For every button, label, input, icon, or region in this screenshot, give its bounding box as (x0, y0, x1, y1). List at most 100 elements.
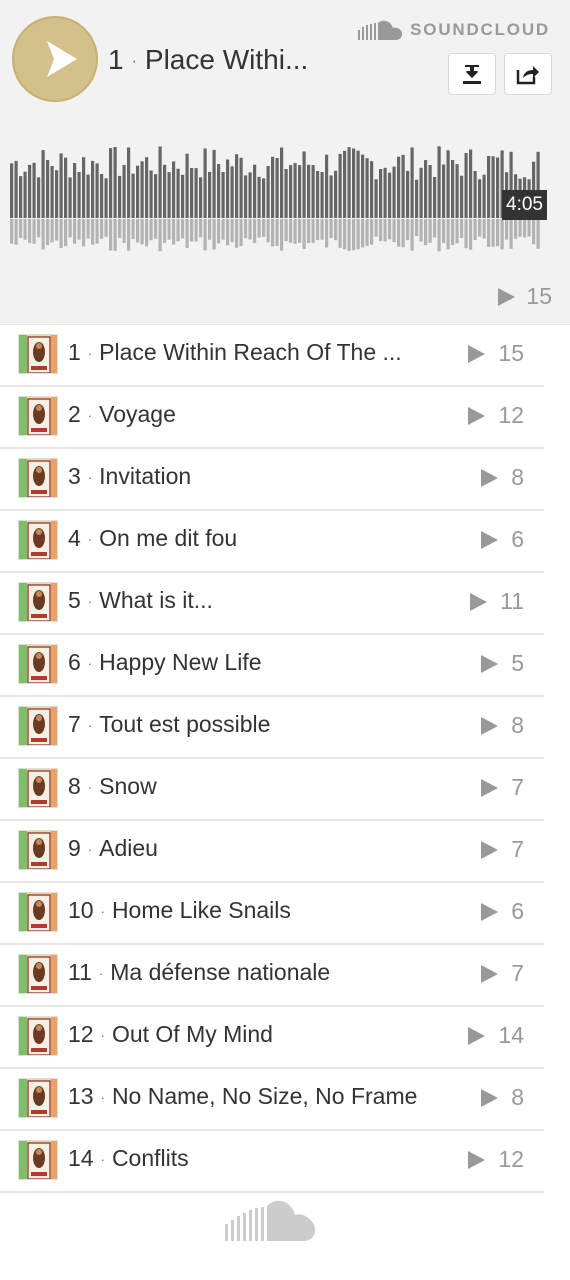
track-play-count: 6 (479, 898, 524, 925)
track-play-count: 15 (466, 340, 524, 367)
waveform-reflection-bar (316, 219, 320, 241)
track-name: No Name, No Size, No Frame (111, 1083, 418, 1109)
waveform-reflection-bar (154, 219, 158, 239)
track-number: 3 (68, 463, 81, 489)
waveform-reflection-bar (226, 219, 230, 246)
waveform-reflection-bar (217, 219, 221, 244)
track-number: 13 (68, 1083, 94, 1109)
track-artwork (18, 458, 58, 498)
waveform-bar (28, 164, 32, 218)
track-artwork (18, 706, 58, 746)
track-name: Invitation (99, 463, 192, 489)
waveform-reflection-bar (136, 219, 140, 243)
waveform-reflection-bar (334, 219, 338, 241)
waveform-reflection-bar (442, 219, 446, 244)
track-row[interactable]: 12 · Out Of My Mind 14 (0, 1007, 544, 1069)
waveform-bar (379, 169, 383, 218)
track-row[interactable]: 8 · Snow 7 (0, 759, 544, 821)
play-button[interactable] (12, 16, 98, 102)
waveform-bar (388, 172, 392, 218)
track-number: 12 (68, 1021, 94, 1047)
waveform-reflection-bar (158, 219, 162, 252)
track-number: 4 (68, 525, 81, 551)
soundcloud-footer-logo[interactable] (224, 1200, 316, 1247)
track-play-count-value: 6 (511, 526, 524, 552)
track-play-count: 7 (479, 836, 524, 863)
separator-dot: · (87, 532, 93, 548)
track-row[interactable]: 11 · Ma défense nationale 7 (0, 945, 544, 1007)
track-row[interactable]: 14 · Conflits 12 (0, 1131, 544, 1193)
waveform-reflection-bar (356, 219, 360, 250)
waveform-reflection-bar (397, 219, 401, 247)
track-number: 2 (68, 401, 81, 427)
waveform-bar (127, 147, 131, 218)
waveform-bar (329, 175, 333, 218)
album-art-image (19, 955, 57, 993)
waveform-reflection-bar (41, 219, 45, 250)
waveform-bar (131, 173, 135, 218)
waveform-reflection-bar (127, 219, 131, 251)
waveform-reflection-bar (338, 219, 342, 248)
track-row[interactable]: 4 · On me dit fou 6 (0, 511, 544, 573)
track-row[interactable]: 13 · No Name, No Size, No Frame 8 (0, 1069, 544, 1131)
waveform-bar (311, 165, 315, 218)
separator-dot: · (87, 594, 93, 610)
play-count-icon (481, 964, 499, 983)
waveform-bar (14, 160, 18, 218)
track-play-count-value: 5 (511, 650, 524, 676)
track-row[interactable]: 5 · What is it... 11 (0, 573, 544, 635)
waveform-bar (482, 174, 486, 218)
waveform-reflection-bar (244, 219, 248, 239)
waveform-reflection-bar (163, 219, 167, 243)
track-title: 3 · Invitation (68, 463, 191, 490)
waveform-reflection-bar (491, 219, 495, 247)
player-header: 1 · Place Withi... SOUNDCLOUD 4:05 15 (0, 0, 570, 325)
soundcloud-brand[interactable]: SOUNDCLOUD (358, 20, 550, 40)
track-row[interactable]: 3 · Invitation 8 (0, 449, 544, 511)
waveform-reflection-bar (271, 219, 275, 247)
track-row[interactable]: 7 · Tout est possible 8 (0, 697, 544, 759)
download-icon (463, 65, 481, 84)
track-play-count: 14 (466, 1022, 524, 1049)
waveform-reflection-bar (262, 219, 266, 237)
current-track-number: 1 (108, 44, 124, 75)
separator-dot: · (87, 470, 93, 486)
track-row[interactable]: 9 · Adieu 7 (0, 821, 544, 883)
track-row[interactable]: 10 · Home Like Snails 6 (0, 883, 544, 945)
separator-dot: · (87, 346, 93, 362)
share-button[interactable] (504, 53, 552, 95)
waveform-reflection-bar (473, 219, 477, 241)
track-play-count: 12 (466, 402, 524, 429)
track-number: 1 (68, 339, 81, 365)
waveform-bar (82, 157, 86, 218)
track-row[interactable]: 2 · Voyage 12 (0, 387, 544, 449)
waveform-bar (113, 147, 117, 218)
waveform-bar (181, 174, 185, 218)
waveform-bar (307, 164, 311, 218)
waveform-reflection-bar (415, 219, 419, 237)
track-artwork (18, 644, 58, 684)
play-count-icon (481, 1088, 499, 1107)
waveform-reflection-bar (280, 219, 284, 251)
waveform-bar (19, 176, 23, 218)
track-name: Adieu (99, 835, 158, 861)
waveform-reflection-bar (298, 219, 302, 243)
track-row[interactable]: 6 · Happy New Life 5 (0, 635, 544, 697)
track-number: 7 (68, 711, 81, 737)
track-artwork (18, 1016, 58, 1056)
track-play-count-value: 8 (511, 464, 524, 490)
waveform-reflection-bar (185, 219, 189, 248)
waveform-reflection-bar (172, 219, 176, 245)
album-art-image (19, 1141, 57, 1179)
track-play-count-value: 7 (511, 960, 524, 986)
waveform-bar (50, 166, 54, 218)
waveform-bar (248, 172, 252, 218)
track-row[interactable]: 1 · Place Within Reach Of The ... 15 (0, 325, 544, 387)
waveform-bar (397, 156, 401, 218)
waveform[interactable] (10, 130, 540, 260)
current-track-title[interactable]: 1 · Place Withi... (108, 44, 308, 76)
waveform-reflection-bar (73, 219, 77, 244)
waveform-reflection-bar (104, 219, 108, 237)
download-button[interactable] (448, 53, 496, 95)
track-title: 7 · Tout est possible (68, 711, 270, 738)
